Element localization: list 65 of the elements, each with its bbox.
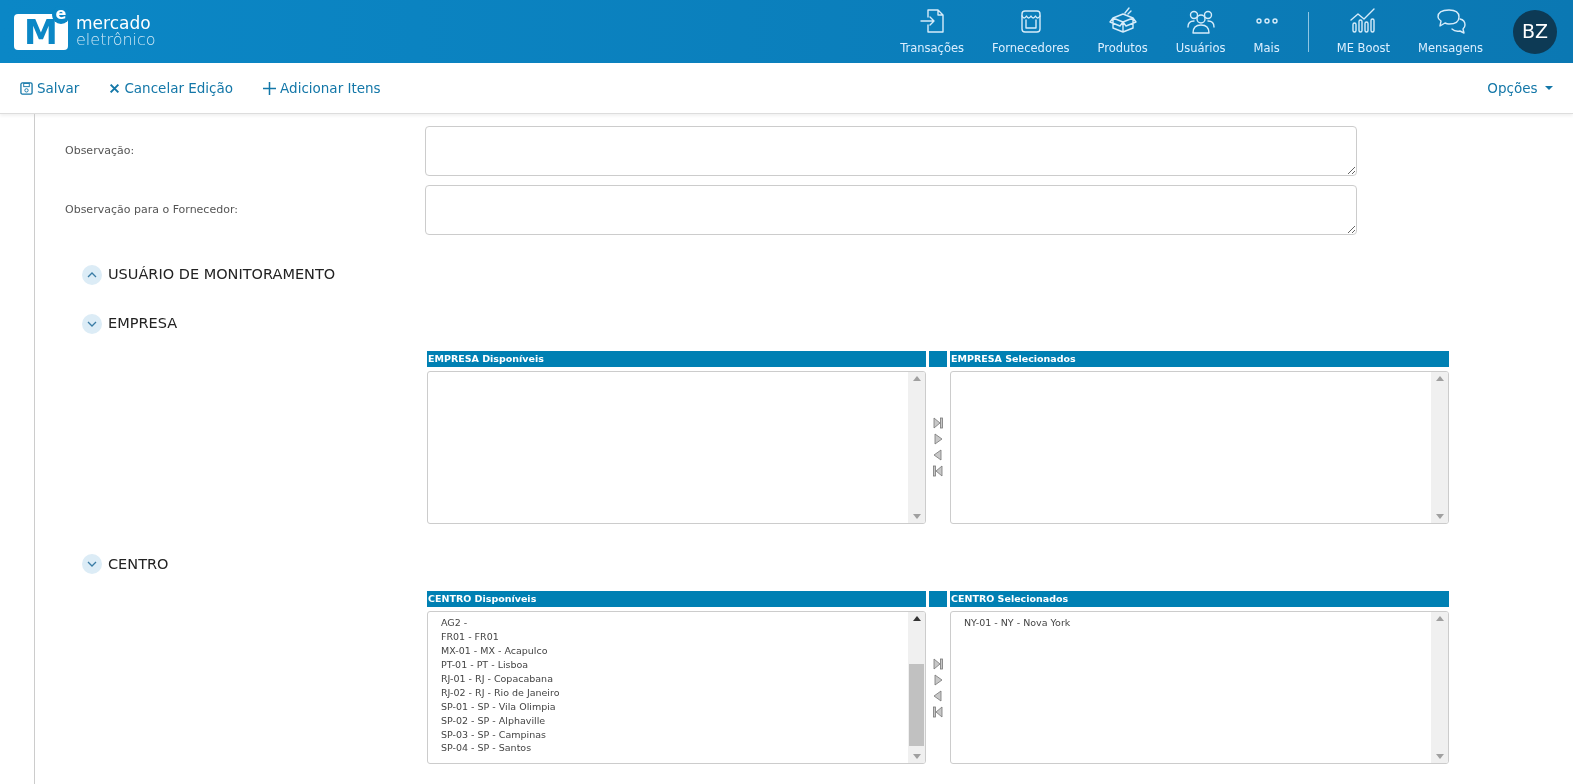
list-item[interactable]: SP-01 - SP - Vila Olimpia: [441, 699, 908, 714]
logo-text: eletrônico: [76, 32, 156, 48]
section-title: EMPRESA: [108, 313, 178, 333]
nav-item[interactable]: Usuários: [1161, 5, 1240, 58]
list-header-bar: [929, 350, 947, 367]
move-all-left-icon[interactable]: [933, 465, 943, 477]
options-dropdown[interactable]: Opções: [1487, 77, 1553, 99]
move-left-icon[interactable]: [933, 689, 943, 702]
nav-item[interactable]: Transações: [886, 5, 979, 58]
list-item[interactable]: AG2 -: [441, 616, 908, 631]
scroll-down-icon[interactable]: [912, 754, 921, 760]
save-icon: [20, 81, 33, 95]
list-item[interactable]: RJ-01 - RJ - Copacabana: [441, 671, 908, 686]
move-right-icon[interactable]: [933, 673, 943, 686]
move-all-right-icon[interactable]: [933, 417, 943, 429]
move-left-icon[interactable]: [933, 449, 943, 461]
list-item[interactable]: SP-04 - SP - Santos: [441, 741, 908, 756]
field-label: Observação:: [64, 142, 136, 159]
user-avatar[interactable]: BZ: [1513, 9, 1557, 54]
box-icon: [1106, 5, 1139, 36]
list-header: CENTRO Disponíveis: [427, 591, 926, 608]
toolbar-button[interactable]: Adicionar Itens: [263, 77, 381, 99]
list-header: EMPRESA Selecionados: [950, 350, 1449, 367]
close-icon: [109, 82, 121, 94]
list-item[interactable]: FR01 - FR01: [441, 630, 908, 645]
scroll-thumb[interactable]: [909, 664, 924, 747]
move-all-right-icon[interactable]: [933, 657, 943, 670]
list-item[interactable]: MX-01 - MX - Acapulco: [441, 644, 908, 658]
section-title: CENTRO: [108, 554, 169, 574]
list-item[interactable]: PT-01 - PT - Lisboa: [441, 657, 908, 672]
move-all-left-icon[interactable]: [933, 705, 943, 718]
chevron-icon[interactable]: [82, 554, 102, 575]
chevron-icon[interactable]: [82, 313, 102, 334]
nav-item[interactable]: Mensagens: [1404, 5, 1497, 58]
scrollbar[interactable]: [1431, 371, 1448, 523]
scroll-up-icon[interactable]: [912, 616, 921, 622]
text-area-field[interactable]: [425, 126, 1357, 176]
list-item[interactable]: SP-02 - SP - Alphaville: [441, 713, 908, 728]
scroll-down-icon[interactable]: [912, 513, 921, 519]
list-item[interactable]: SP-03 - SP - Campinas: [441, 727, 908, 742]
dots-icon: [1255, 17, 1278, 24]
plus-icon: [263, 81, 277, 95]
nav-item[interactable]: Produtos: [1083, 5, 1162, 58]
move-right-icon[interactable]: [933, 433, 943, 445]
list-header-bar: [929, 591, 947, 608]
list-header: EMPRESA Disponíveis: [427, 350, 926, 367]
toolbar-button[interactable]: Cancelar Edição: [109, 77, 234, 99]
nav-item[interactable]: ME Boost: [1322, 5, 1404, 58]
field-label: Observação para o Fornecedor:: [64, 201, 239, 218]
list-box[interactable]: NY-01 - NY - Nova York: [950, 611, 1449, 765]
nav-item[interactable]: Mais: [1239, 5, 1294, 58]
scrollbar[interactable]: [1431, 612, 1448, 764]
logo-text: mercado: [76, 15, 151, 32]
list-item[interactable]: NY-01 - NY - Nova York: [964, 616, 1431, 631]
scrollbar[interactable]: [908, 612, 925, 764]
scroll-down-icon[interactable]: [1435, 513, 1444, 519]
list-item[interactable]: RJ-02 - RJ - Rio de Janeiro: [441, 685, 908, 700]
list-header: CENTRO Selecionados: [950, 591, 1449, 608]
section-title: USUÁRIO DE MONITORAMENTO: [108, 265, 336, 284]
scrollbar[interactable]: [908, 371, 925, 523]
text-area-field[interactable]: [425, 185, 1357, 235]
chevron-icon[interactable]: [82, 264, 102, 285]
scroll-down-icon[interactable]: [1435, 754, 1444, 760]
toolbar-button[interactable]: Salvar: [20, 77, 80, 99]
nav-item[interactable]: Fornecedores: [978, 5, 1084, 58]
